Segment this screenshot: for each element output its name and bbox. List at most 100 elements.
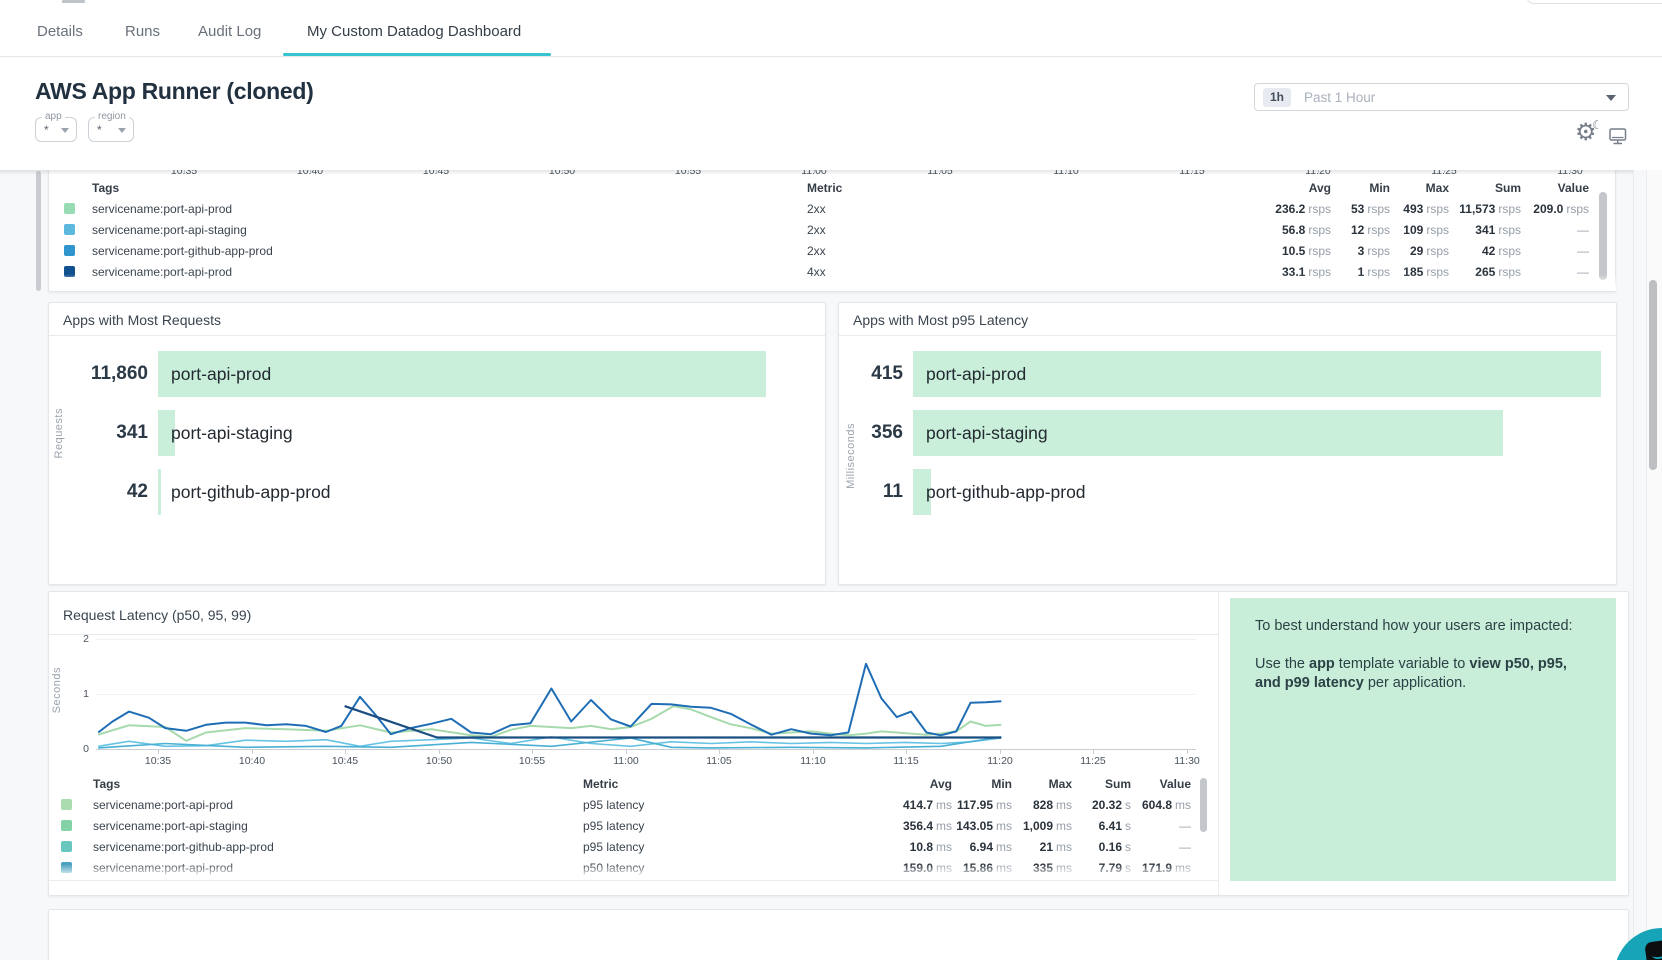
legend-color-swatch [64, 245, 75, 256]
legend-color-swatch [64, 266, 75, 277]
legend-header-value: Value [1558, 181, 1589, 195]
legend-value-cell: — [1179, 840, 1191, 854]
legend-scrollbar-thumb[interactable] [1599, 192, 1607, 280]
legend-tag[interactable]: servicename:port-api-prod [93, 861, 583, 875]
legend-value-cell: 53rsps [1351, 202, 1390, 216]
y-tick-2: 2 [69, 633, 89, 645]
toplist-label: port-github-app-prod [926, 482, 1086, 503]
legend-tag[interactable]: servicename:port-api-prod [93, 798, 583, 812]
legend-header-tags: Tags [92, 181, 807, 195]
x-tick-label: 10:45 [332, 755, 358, 767]
template-var-app-value: * [44, 123, 49, 137]
note-widget: To best understand how your users are im… [1230, 598, 1616, 881]
dashboard-scroll-area: 10:3510:4010:4510:5010:5511:0011:0511:10… [0, 170, 1662, 960]
legend-value-cell: 33.1rsps [1282, 265, 1331, 279]
legend-header-sum: Sum [1105, 777, 1131, 791]
legend-tag[interactable]: servicename:port-api-prod [92, 202, 807, 216]
page-scrollbar-thumb[interactable] [1649, 280, 1657, 470]
legend-value-cell: 7.79s [1099, 861, 1131, 875]
legend-color-swatch [61, 799, 72, 810]
tab-my-custom-datadog-dashboard[interactable]: My Custom Datadog Dashboard [307, 23, 521, 40]
legend-value-cell: 185rsps [1403, 265, 1449, 279]
legend-value-cell: 1rsps [1358, 265, 1390, 279]
legend-tag[interactable]: servicename:port-api-staging [93, 819, 583, 833]
legend-tag[interactable]: servicename:port-github-app-prod [92, 244, 807, 258]
legend-metric: p95 latency [583, 798, 783, 812]
moon-icon: ☾ [1592, 118, 1603, 132]
x-tick-label: 11:30 [1174, 755, 1200, 767]
legend-value-cell: 143.05ms [956, 819, 1012, 833]
line-series [98, 664, 1001, 736]
tab-runs[interactable]: Runs [125, 23, 160, 40]
toplist-value: 415 [839, 363, 903, 385]
tv-screen-icon[interactable] [1609, 127, 1627, 146]
legend-value-cell: 6.94ms [970, 840, 1012, 854]
legend-header-metric: Metric [583, 777, 783, 791]
x-tick-label: 10:50 [426, 755, 452, 767]
y-tick-0: 0 [69, 743, 89, 755]
left-scrollbar-thumb[interactable] [36, 171, 41, 291]
legend-header-min: Min [1369, 181, 1390, 195]
legend-value-cell: 414.7ms [903, 798, 952, 812]
legend-color-swatch [61, 820, 72, 831]
legend-value-cell: 12rsps [1351, 223, 1390, 237]
page-title: AWS App Runner (cloned) [35, 78, 313, 105]
x-tick-label: 11:15 [893, 755, 919, 767]
template-var-app-label: app [42, 111, 65, 122]
legend-value-cell: 15.86ms [963, 861, 1012, 875]
legend-value-cell: 604.8ms [1142, 798, 1191, 812]
time-range-label: Past 1 Hour [1304, 90, 1375, 105]
legend-tag[interactable]: servicename:port-api-staging [92, 223, 807, 237]
legend-value-cell: 3rsps [1358, 244, 1390, 258]
legend-value-cell: 56.8rsps [1282, 223, 1331, 237]
toplist-value: 11,860 [49, 363, 148, 385]
x-tick-label: 10:35 [145, 755, 171, 767]
tab-details[interactable]: Details [37, 23, 83, 40]
legend-header-sum: Sum [1495, 181, 1521, 195]
note-line-2: Use the app template variable to view p5… [1255, 655, 1587, 693]
legend-value-cell: 236.2rsps [1275, 202, 1331, 216]
tab-audit-log[interactable]: Audit Log [198, 23, 261, 40]
legend-scrollbar-thumb[interactable] [1200, 778, 1207, 832]
legend-tag[interactable]: servicename:port-api-prod [92, 265, 807, 279]
chevron-down-icon [61, 128, 69, 133]
legend-metric: p95 latency [583, 819, 783, 833]
y-tick-1: 1 [69, 688, 89, 700]
legend-value-cell: 6.41s [1099, 819, 1131, 833]
template-var-region-value: * [97, 123, 102, 137]
legend-header-avg: Avg [930, 777, 952, 791]
time-range-picker[interactable]: 1h Past 1 Hour [1254, 83, 1629, 111]
latency-line-chart[interactable] [96, 614, 1196, 750]
latency-group-widget: Request Latency (p50, 95, 99) Seconds 2 … [48, 591, 1629, 896]
header-divider [0, 56, 1662, 57]
chevron-down-icon [1606, 95, 1616, 101]
legend-value-cell: — [1577, 223, 1589, 237]
template-var-app[interactable]: app * [35, 117, 77, 142]
toplist-value: 11 [839, 481, 903, 503]
container-right-border [1633, 170, 1634, 960]
legend-value-cell: 493rsps [1403, 202, 1449, 216]
legend-value-cell: 335ms [1033, 861, 1072, 875]
legend-header-max: Max [1426, 181, 1449, 195]
toplist-value: 42 [49, 481, 148, 503]
legend-color-swatch [61, 862, 72, 873]
legend-header-max: Max [1049, 777, 1072, 791]
legend-tag[interactable]: servicename:port-github-app-prod [93, 840, 583, 854]
legend-value-cell: 21ms [1040, 840, 1072, 854]
note-line-1: To best understand how your users are im… [1255, 618, 1573, 634]
toplist-label: port-github-app-prod [171, 482, 331, 503]
toplist-most-latency-widget: Apps with Most p95 Latency Milliseconds … [838, 302, 1617, 585]
legend-header-avg: Avg [1309, 181, 1331, 195]
x-tick-label: 10:55 [519, 755, 545, 767]
x-tick-label: 11:25 [1080, 755, 1106, 767]
legend-value-cell: — [1577, 244, 1589, 258]
legend-value-cell: 42rsps [1482, 244, 1521, 258]
toplist-bar[interactable] [158, 469, 161, 515]
x-tick-label: 10:40 [239, 755, 265, 767]
legend-value-cell: 1,009ms [1023, 819, 1072, 833]
time-range-badge: 1h [1263, 88, 1291, 107]
legend-header-metric: Metric [807, 181, 1007, 195]
legend-metric: 2xx [807, 244, 1007, 258]
legend-value-cell: 29rsps [1410, 244, 1449, 258]
template-var-region[interactable]: region * [88, 117, 134, 142]
